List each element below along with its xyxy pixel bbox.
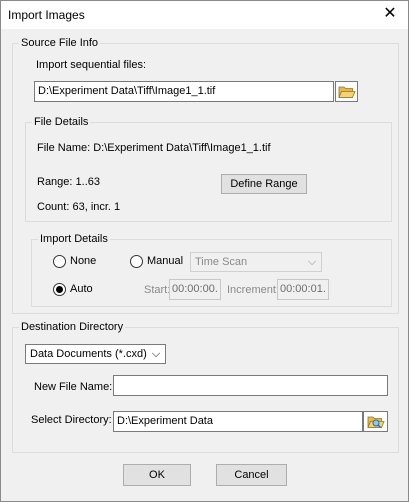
new-file-name-input[interactable] xyxy=(113,375,388,396)
scan-type-value: Time Scan xyxy=(195,256,248,268)
dialog-title: Import Images xyxy=(8,8,85,22)
start-time-field[interactable]: 00:00:00. xyxy=(169,279,221,300)
auto-label: Auto xyxy=(70,283,93,295)
increment-label: Increment: xyxy=(227,284,279,296)
increment-time-field[interactable]: 00:00:01. xyxy=(277,279,329,300)
close-icon: ✕ xyxy=(383,5,397,22)
range-text: Range: 1..63 xyxy=(37,176,100,188)
chevron-down-icon: ⌵ xyxy=(151,348,161,360)
define-range-button[interactable]: Define Range xyxy=(221,174,307,194)
browse-source-button[interactable] xyxy=(335,81,358,102)
file-details-legend: File Details xyxy=(32,116,91,128)
source-file-info-legend: Source File Info xyxy=(19,37,101,49)
select-directory-field[interactable]: D:\Experiment Data xyxy=(113,411,363,432)
new-file-name-label: New File Name: xyxy=(34,381,113,393)
start-label: Start: xyxy=(144,284,171,296)
folder-search-icon xyxy=(367,416,385,429)
none-label: None xyxy=(70,255,97,267)
manual-label: Manual xyxy=(147,255,184,267)
document-type-select[interactable]: Data Documents (*.cxd) ⌵ xyxy=(25,344,166,364)
destination-directory-legend: Destination Directory xyxy=(19,321,126,333)
select-directory-label: Select Directory: xyxy=(31,414,112,426)
count-text: Count: 63, incr. 1 xyxy=(37,201,121,213)
close-button[interactable]: ✕ xyxy=(379,4,401,24)
ok-button[interactable]: OK xyxy=(123,464,191,486)
document-type-value: Data Documents (*.cxd) xyxy=(30,348,147,360)
auto-radio[interactable] xyxy=(53,283,66,296)
cancel-button[interactable]: Cancel xyxy=(216,464,287,486)
chevron-down-icon: ⌵ xyxy=(307,256,317,268)
scan-type-select[interactable]: Time Scan ⌵ xyxy=(190,252,322,272)
import-sequential-label: Import sequential files: xyxy=(36,59,147,71)
source-path-field[interactable]: D:\Experiment Data\Tiff\Image1_1.tif xyxy=(34,81,334,102)
browse-directory-button[interactable] xyxy=(363,411,388,432)
import-images-dialog: Import Images ✕ Source File Info Import … xyxy=(0,0,409,502)
folder-icon xyxy=(338,86,356,98)
none-radio[interactable] xyxy=(53,255,66,268)
manual-radio[interactable] xyxy=(130,255,143,268)
file-name-text: File Name: D:\Experiment Data\Tiff\Image… xyxy=(37,142,271,154)
import-details-legend: Import Details xyxy=(38,233,110,245)
title-bar: Import Images ✕ xyxy=(1,1,408,29)
